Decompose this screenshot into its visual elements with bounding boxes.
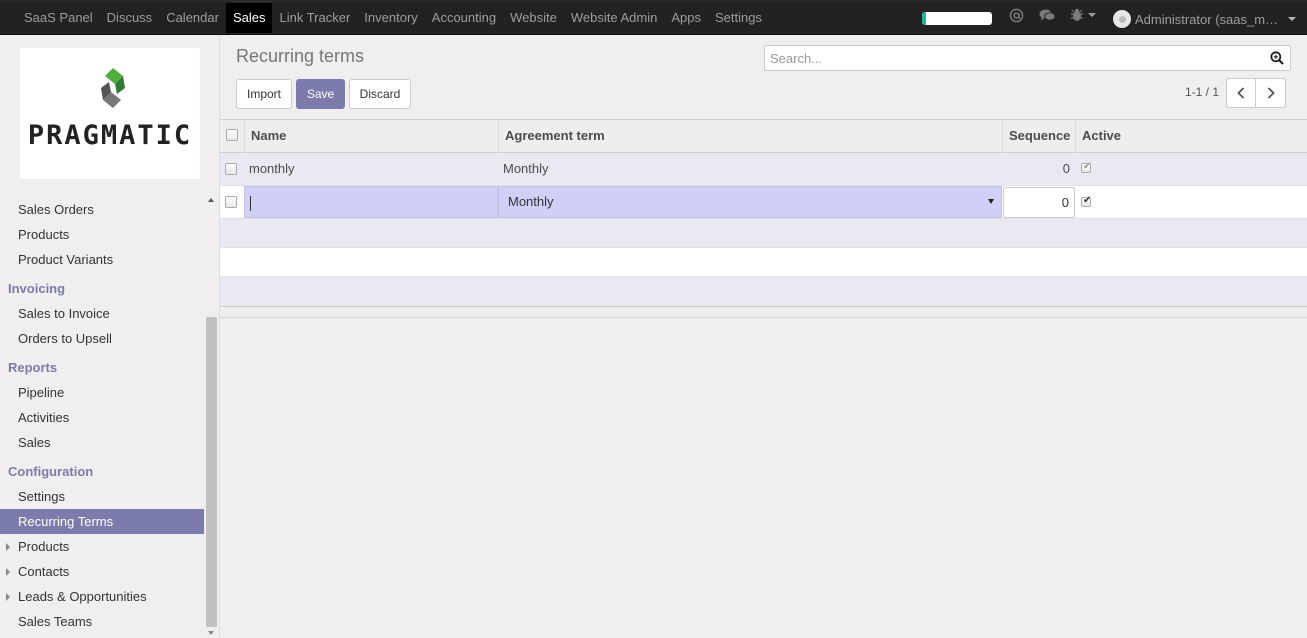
caret-right-icon (6, 593, 10, 601)
empty-row (220, 219, 1307, 248)
name-cell[interactable]: monthly (249, 153, 295, 185)
row-select-checkbox[interactable] (225, 196, 237, 208)
main-menu: SaaS Panel Discuss Calendar Sales Link T… (17, 2, 769, 35)
search-input[interactable] (770, 46, 1250, 70)
active-checkbox-editable[interactable] (1081, 195, 1091, 207)
scrollbar-thumb[interactable] (206, 317, 217, 627)
empty-row (220, 248, 1307, 277)
dropdown-arrow-icon (988, 199, 994, 204)
avatar (1113, 10, 1131, 28)
at-icon[interactable] (1009, 8, 1024, 26)
agreement-term-select[interactable]: Monthly (498, 186, 1002, 218)
pager-value[interactable]: 1-1 / 1 (1185, 85, 1219, 99)
sequence-cell[interactable]: 0 (1003, 153, 1070, 185)
table-footer (220, 306, 1307, 318)
sidebar-item-sales-teams[interactable]: Sales Teams (0, 609, 204, 634)
table-header: Name Agreement term Sequence Active (220, 119, 1307, 153)
user-menu[interactable]: Administrator (saas_m… (1113, 10, 1297, 28)
pager-previous-button[interactable] (1226, 78, 1256, 108)
search-box[interactable] (764, 45, 1291, 71)
select-all-checkbox[interactable] (226, 129, 238, 141)
sidebar-item-sales-orders[interactable]: Sales Orders (0, 197, 204, 222)
caret-right-icon (6, 568, 10, 576)
sidebar-heading-configuration[interactable]: Configuration (0, 455, 204, 484)
sidebar-item-label: Contacts (18, 564, 70, 579)
sidebar-item-activities[interactable]: Activities (0, 405, 204, 430)
sidebar-item-sales[interactable]: Sales (0, 430, 204, 455)
column-header-name[interactable]: Name (244, 120, 498, 153)
logo-text: PRAGMATIC (27, 120, 193, 151)
sidebar: PRAGMATIC Sales Orders Products Product … (0, 35, 220, 638)
sidebar-item-label: Products (18, 539, 70, 554)
sidebar-item-recurring-terms[interactable]: Recurring Terms (0, 509, 204, 534)
search-icon[interactable] (1270, 51, 1284, 65)
chevron-left-icon (1237, 87, 1245, 99)
menu-calendar[interactable]: Calendar (159, 3, 226, 33)
table-row-editing[interactable]: Monthly 0 (220, 186, 1307, 219)
menu-settings[interactable]: Settings (708, 3, 769, 33)
sidebar-item-orders-to-upsell[interactable]: Orders to Upsell (0, 326, 204, 351)
column-header-active[interactable]: Active (1075, 120, 1307, 153)
name-field[interactable] (244, 186, 498, 218)
discard-button[interactable]: Discard (349, 79, 411, 109)
sequence-field[interactable]: 0 (1003, 187, 1075, 218)
menu-link-tracker[interactable]: Link Tracker (272, 3, 357, 33)
pager-next-button[interactable] (1256, 78, 1286, 108)
sidebar-item-leads-opportunities[interactable]: Leads & Opportunities (0, 584, 204, 609)
column-header-agreement-term[interactable]: Agreement term (498, 120, 1002, 153)
pager-buttons (1226, 78, 1286, 108)
top-navbar: SaaS Panel Discuss Calendar Sales Link T… (0, 0, 1307, 35)
agreement-term-selected: Monthly (508, 194, 554, 209)
scroll-up-arrow-icon[interactable] (208, 198, 214, 202)
control-panel: Recurring terms Import Save Discard 1-1 … (221, 35, 1307, 119)
row-select-checkbox[interactable] (225, 163, 237, 175)
chat-icon[interactable] (1039, 8, 1056, 26)
menu-website-admin[interactable]: Website Admin (564, 3, 664, 33)
column-header-sequence[interactable]: Sequence (1002, 120, 1075, 153)
scroll-down-arrow-icon[interactable] (208, 631, 214, 635)
active-checkbox (1081, 161, 1091, 173)
logo-mark-icon (101, 68, 125, 108)
list-view-table: Name Agreement term Sequence Active mont… (220, 119, 1307, 318)
caret-right-icon (6, 543, 10, 551)
menu-sales[interactable]: Sales (225, 3, 273, 33)
progress-fill (922, 12, 926, 25)
agreement-term-cell[interactable]: Monthly (503, 153, 549, 185)
menu-website[interactable]: Website (503, 3, 564, 33)
company-logo[interactable]: PRAGMATIC (20, 48, 200, 179)
import-button[interactable]: Import (236, 79, 292, 109)
sidebar-scrollbar[interactable] (204, 195, 219, 638)
sidebar-item-label: Leads & Opportunities (18, 589, 147, 604)
chevron-right-icon (1267, 87, 1275, 99)
menu-discuss[interactable]: Discuss (100, 3, 160, 33)
save-button[interactable]: Save (296, 79, 345, 109)
user-name: Administrator (saas_m… (1135, 11, 1279, 27)
page-title: Recurring terms (236, 46, 365, 66)
sidebar-item-product-variants[interactable]: Product Variants (0, 247, 204, 272)
text-cursor (250, 196, 251, 211)
sidebar-item-settings[interactable]: Settings (0, 484, 204, 509)
sidebar-heading-invoicing[interactable]: Invoicing (0, 272, 204, 301)
sidebar-item-sales-to-invoice[interactable]: Sales to Invoice (0, 301, 204, 326)
menu-saas-panel[interactable]: SaaS Panel (17, 3, 100, 33)
sidebar-item-products[interactable]: Products (0, 222, 204, 247)
empty-row (220, 277, 1307, 306)
sidebar-item-contacts[interactable]: Contacts (0, 559, 204, 584)
menu-apps[interactable]: Apps (664, 3, 708, 33)
sidebar-menu: Sales Orders Products Product Variants I… (0, 197, 204, 634)
sidebar-item-pipeline[interactable]: Pipeline (0, 380, 204, 405)
menu-inventory[interactable]: Inventory (357, 3, 424, 33)
chevron-down-icon (1088, 13, 1096, 17)
bug-icon[interactable] (1070, 8, 1096, 22)
sidebar-heading-reports[interactable]: Reports (0, 351, 204, 380)
menu-accounting[interactable]: Accounting (425, 3, 503, 33)
loading-progress-bar (922, 12, 992, 25)
table-row[interactable]: monthly Monthly 0 (220, 153, 1307, 186)
chevron-down-icon (1288, 17, 1297, 21)
sidebar-item-config-products[interactable]: Products (0, 534, 204, 559)
